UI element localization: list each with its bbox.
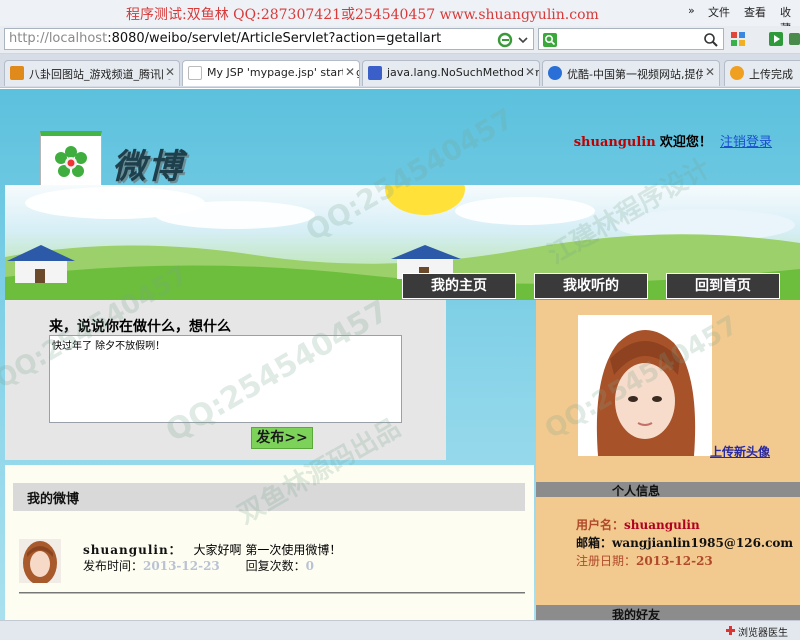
compose-title: 来，说说你在做什么，想什么 (49, 319, 231, 335)
logo (40, 131, 102, 189)
profile-avatar (578, 315, 712, 456)
window-title: 程序测试:双鱼林 QQ:287307421或254540457 www.shua… (126, 7, 599, 23)
compose-panel: 来，说说你在做什么，想什么 快过年了 除夕不放假咧！ 发布>> (5, 300, 446, 460)
friends-heading-bar: 我的好友 (536, 605, 800, 620)
tab-2-active[interactable]: My JSP 'mypage.jsp' starting ✕ (182, 60, 360, 86)
tab-close-icon[interactable]: ✕ (522, 65, 535, 79)
info-username-label: 用户名： (576, 518, 625, 532)
tab-label: 八卦回图站_游戏频道_腾讯网 (29, 68, 172, 81)
welcome-area: shuangulin 欢迎您！ 注销登录 (574, 131, 772, 150)
tab-favicon (10, 66, 24, 80)
tab-label: My JSP 'mypage.jsp' starting (207, 66, 360, 79)
welcome-username: shuangulin (573, 135, 656, 150)
search-icon[interactable] (703, 32, 719, 48)
info-email-value: wangjianlin1985@126.com (612, 536, 794, 550)
tab-5[interactable]: 上传完成 (724, 60, 800, 86)
ie-compat-icon[interactable] (497, 32, 513, 48)
tab-close-icon[interactable]: ✕ (702, 65, 715, 79)
post-content: 大家好啊 第一次使用微博！ (193, 543, 342, 557)
logout-link[interactable]: 注销登录 (720, 135, 772, 150)
feed-heading: 我的微博 (27, 492, 80, 507)
post-meta-line: 发布时间：2013-12-23 回复次数：0 (83, 557, 314, 574)
profile-sidebar: 上传新头像 个人信息 用户名：shuangulin 邮箱：wangjianlin… (536, 300, 800, 620)
url-text: http://localhost:8080/weibo/servlet/Arti… (9, 31, 441, 46)
friends-heading: 我的好友 (612, 608, 661, 620)
upload-avatar-link[interactable]: 上传新头像 (710, 443, 770, 460)
post-reply-label: 回复次数： (245, 559, 306, 573)
tab-close-icon[interactable]: ✕ (342, 65, 355, 79)
url-path: :8080/weibo/servlet/ArticleServlet?actio… (107, 31, 442, 46)
nav-back-home-button[interactable]: 回到首页 (666, 273, 780, 299)
url-dropdown-icon[interactable] (515, 32, 531, 48)
menu-file[interactable]: 文件 (708, 4, 730, 20)
search-engine-icon[interactable] (542, 32, 558, 48)
logo-text: 微博 (112, 147, 184, 187)
post-reply-value: 0 (305, 559, 314, 573)
tab-favicon (188, 66, 202, 80)
flower-logo-icon (55, 146, 87, 177)
post-author[interactable]: shuangulin： (83, 543, 182, 557)
tab-1[interactable]: 八卦回图站_游戏频道_腾讯网 ✕ (4, 60, 180, 86)
tab-favicon (730, 66, 744, 80)
my-weibo-feed: 我的微博 shuangulin： 大家好啊 第一次使用微博！ 发布时间：2013… (5, 465, 534, 620)
play-icon[interactable] (768, 31, 784, 47)
url-host: http://localhost (9, 31, 108, 46)
info-email-label: 邮箱： (576, 536, 613, 550)
tab-favicon (548, 66, 562, 80)
nav-arrows[interactable]: » (688, 4, 695, 17)
search-field[interactable] (538, 28, 724, 50)
post-time-value: 2013-12-23 (143, 559, 220, 573)
tab-4[interactable]: 优酷-中国第一视频网站,提供 ✕ (542, 60, 720, 86)
status-bar: 浏览器医生 (0, 620, 800, 640)
feed-heading-bar: 我的微博 (13, 483, 525, 511)
tab-label: 优酷-中国第一视频网站,提供 (567, 68, 707, 81)
tab-label: 上传完成 (749, 68, 793, 81)
nav-my-home-button[interactable]: 我的主页 (402, 273, 516, 299)
tab-bar: 八卦回图站_游戏频道_腾讯网 ✕ My JSP 'mypage.jsp' sta… (0, 54, 800, 88)
info-username-row: 用户名：shuangulin (576, 516, 700, 533)
post-avatar[interactable] (19, 539, 61, 583)
info-username-value: shuangulin (624, 518, 700, 532)
tab-3[interactable]: java.lang.NoSuchMethodError ✕ (362, 60, 540, 86)
info-email-row: 邮箱：wangjianlin1985@126.com (576, 534, 793, 551)
menu-view[interactable]: 查看 (744, 4, 766, 20)
info-register-row: 注册日期：2013-12-23 (576, 552, 713, 569)
browser-title-bar: 程序测试:双鱼林 QQ:287307421或254540457 www.shua… (0, 0, 800, 35)
compose-textarea[interactable]: 快过年了 除夕不放假咧！ (49, 335, 402, 423)
post-divider (19, 592, 525, 594)
doctor-icon (726, 626, 735, 635)
publish-button[interactable]: 发布>> (251, 427, 313, 449)
url-field[interactable]: http://localhost:8080/weibo/servlet/Arti… (4, 28, 534, 50)
address-bar: http://localhost:8080/weibo/servlet/Arti… (0, 26, 800, 54)
tab-close-icon[interactable]: ✕ (162, 65, 175, 79)
post-time-label: 发布时间： (83, 559, 144, 573)
nav-following-button[interactable]: 我收听的 (534, 273, 648, 299)
info-register-value: 2013-12-23 (636, 554, 713, 568)
info-register-label: 注册日期： (576, 554, 637, 568)
apps-icon[interactable] (730, 31, 746, 47)
personal-info-heading-bar: 个人信息 (536, 482, 800, 498)
weibo-page: 微博 shuangulin 欢迎您！ 注销登录 我的主页 我收听的 回到首页 来… (0, 89, 800, 620)
status-text[interactable]: 浏览器医生 (738, 624, 788, 639)
tab-label: java.lang.NoSuchMethodError (387, 66, 540, 79)
tab-favicon (368, 66, 382, 80)
personal-info-heading: 个人信息 (612, 484, 661, 498)
extension-icon[interactable] (788, 31, 800, 47)
welcome-message: 欢迎您！ (659, 135, 712, 150)
post-header-line: shuangulin： 大家好啊 第一次使用微博！ (83, 541, 341, 558)
